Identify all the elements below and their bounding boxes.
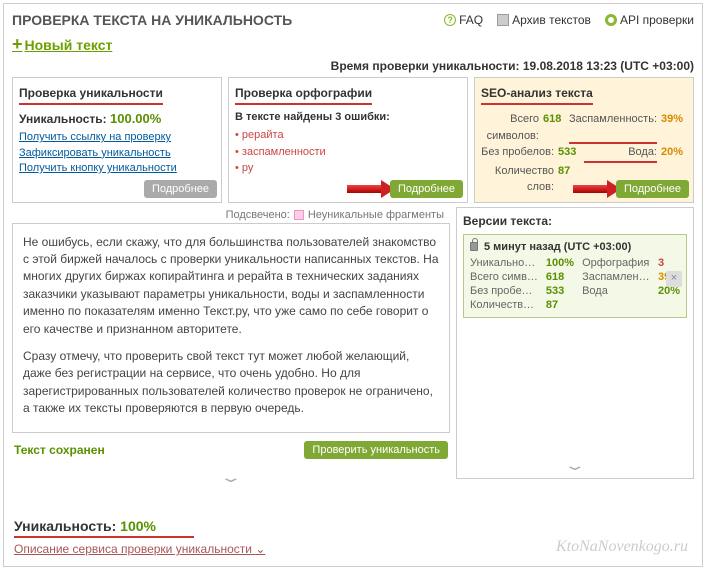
saved-status: Текст сохранен (14, 443, 105, 457)
archive-icon (497, 14, 509, 26)
arrow-icon (347, 182, 395, 196)
spelling-card: Проверка орфографии В тексте найдены 3 о… (228, 77, 468, 203)
stat-key: Без пробелов (470, 285, 538, 297)
uniqueness-card: Проверка уникальности Уникальность: 100.… (12, 77, 222, 203)
stat-val: 100% (546, 257, 574, 269)
help-icon: ? (444, 14, 456, 26)
chevron-down-icon: ⌄ (255, 542, 265, 556)
page-title: ПРОВЕРКА ТЕКСТА НА УНИКАЛЬНОСТЬ (12, 12, 292, 28)
footer-label: Уникальность: (14, 518, 116, 534)
version-item[interactable]: 5 минут назад (UTC +03:00) Уникальность1… (463, 234, 687, 318)
stat-val: 87 (546, 299, 574, 311)
card-title: SEO-анализ текста (481, 84, 593, 105)
close-icon[interactable]: × (666, 271, 682, 287)
error-item: заспамленности (235, 144, 461, 161)
stat-key (582, 299, 650, 311)
seo-card: SEO-анализ текста Всего символов:618Засп… (474, 77, 694, 203)
more-button-uniq[interactable]: Подробнее (144, 180, 217, 198)
stat-key: Орфография (582, 257, 650, 269)
legend: Подсвечено: Неуникальные фрагменты (12, 207, 450, 223)
fix-uniq-link[interactable]: Зафиксировать уникальность (19, 146, 215, 161)
stat-val (658, 299, 680, 311)
stat-key: Заспамленн... (582, 271, 650, 283)
chevron-down-icon: ⌄ (219, 469, 242, 486)
arrow-icon (573, 182, 621, 196)
archive-link[interactable]: Архив текстов (497, 13, 591, 27)
error-item: рерайта (235, 127, 461, 144)
stat-key: Уникальность (470, 257, 538, 269)
expand-down[interactable]: ⌄ (457, 455, 693, 476)
faq-link[interactable]: ?FAQ (444, 13, 483, 27)
plus-icon: + (12, 34, 23, 55)
lock-icon (470, 242, 478, 251)
check-button[interactable]: Проверить уникальность (304, 441, 448, 459)
uniq-value: 100.00% (110, 111, 161, 126)
card-title: Проверка орфографии (235, 84, 372, 105)
chevron-down-icon: ⌄ (563, 457, 586, 474)
text-content: Не ошибусь, если скажу, что для большинс… (12, 223, 450, 433)
stat-key: Количество ... (470, 299, 538, 311)
gear-icon (605, 14, 617, 26)
underline (14, 536, 194, 538)
stat-key: Всего симво... (470, 271, 538, 283)
error-item: ру (235, 160, 461, 177)
new-text-button[interactable]: +Новый текст (12, 34, 694, 55)
stat-val: 533 (546, 285, 574, 297)
expand-down[interactable]: ⌄ (12, 467, 450, 488)
versions-panel: Версии текста: 5 минут назад (UTC +03:00… (456, 207, 694, 479)
check-time: Время проверки уникальности: 19.08.2018 … (12, 59, 694, 73)
footer-value: 100% (120, 518, 156, 534)
legend-swatch (294, 210, 304, 220)
uniq-label: Уникальность: (19, 112, 107, 126)
watermark: KtoNaNovenkogo.ru (556, 538, 688, 556)
api-link[interactable]: API проверки (605, 13, 694, 27)
stat-val: 618 (546, 271, 574, 283)
get-button-link[interactable]: Получить кнопку уникальности (19, 161, 215, 176)
spell-subtitle: В тексте найдены 3 ошибки: (235, 111, 461, 123)
get-link[interactable]: Получить ссылку на проверку (19, 130, 215, 145)
more-button-spell[interactable]: Подробнее (390, 180, 463, 198)
versions-title: Версии текста: (463, 214, 687, 228)
card-title: Проверка уникальности (19, 84, 163, 105)
stat-key: Вода (582, 285, 650, 297)
more-button-seo[interactable]: Подробнее (616, 180, 689, 198)
service-desc-link[interactable]: Описание сервиса проверки уникальности ⌄ (14, 542, 265, 556)
stat-val: 3 (658, 257, 680, 269)
